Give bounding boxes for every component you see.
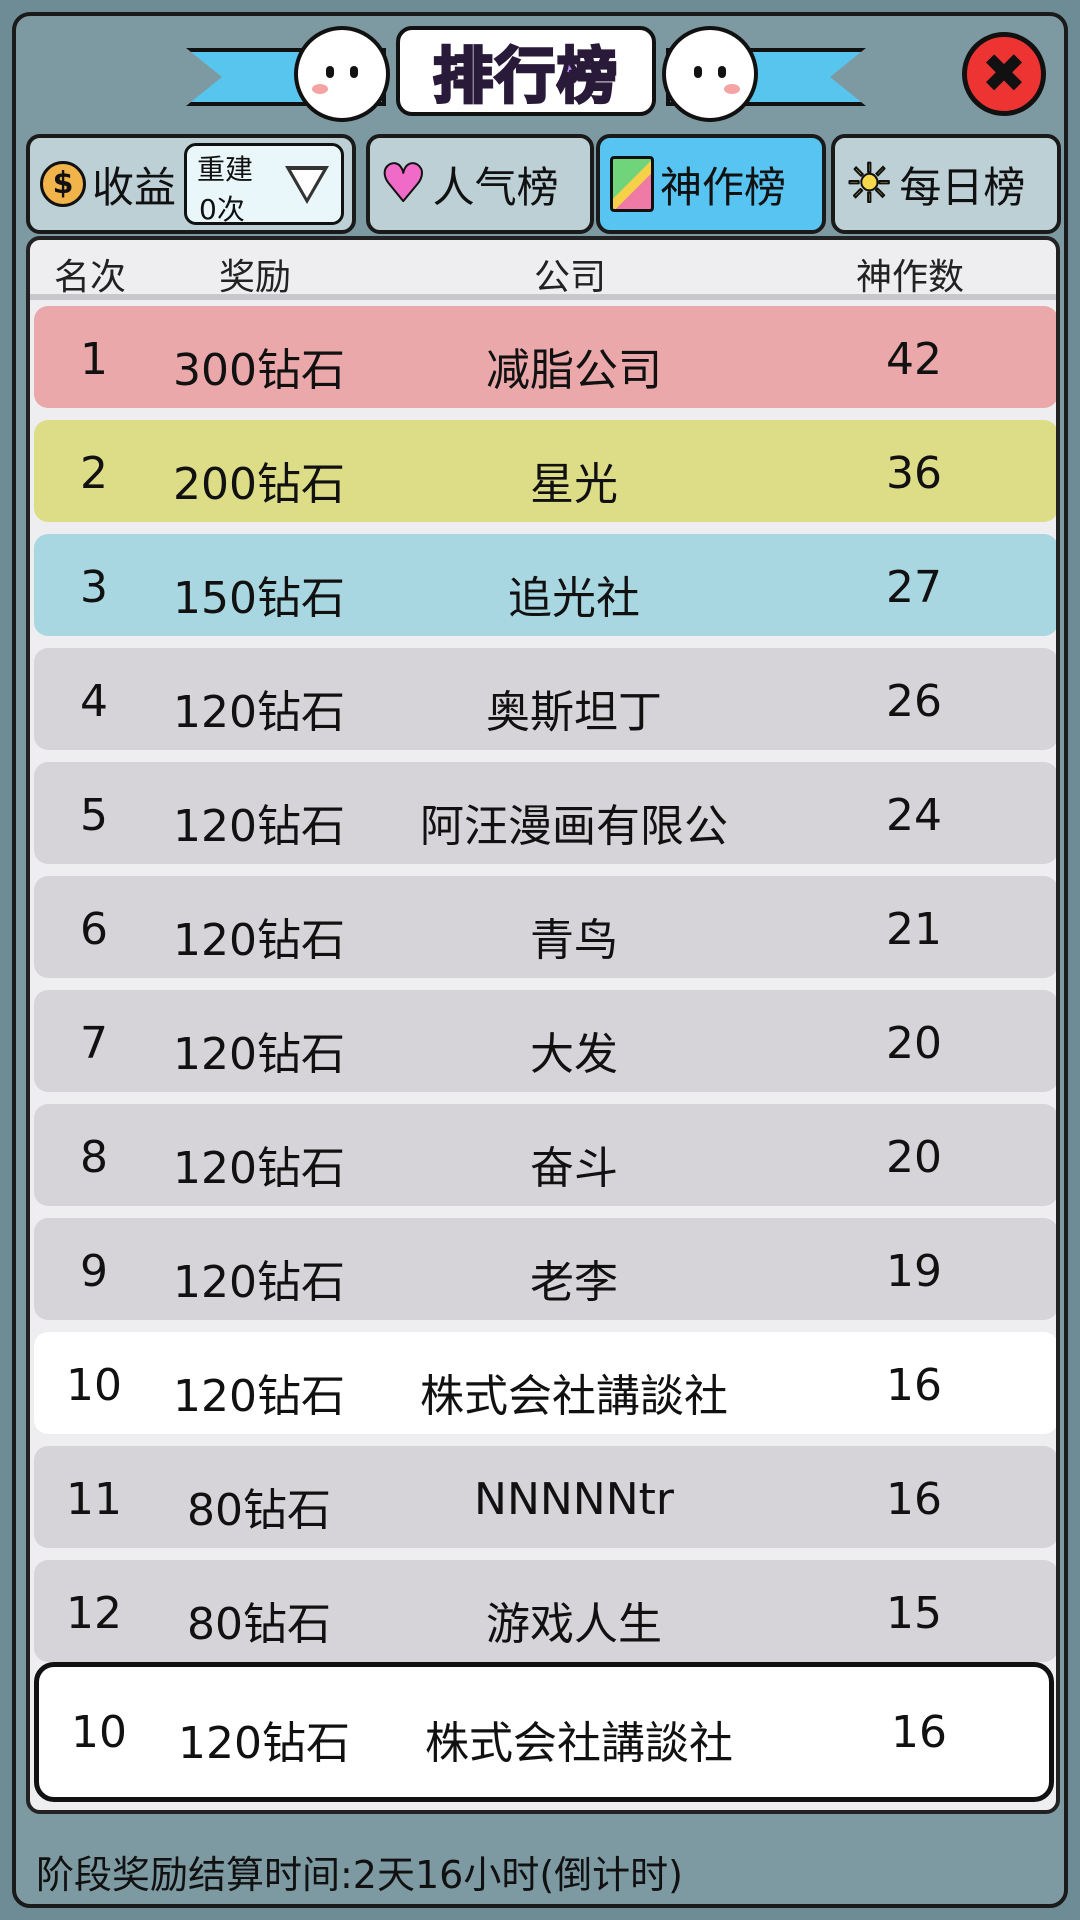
header-count: 神作数 (855, 257, 964, 298)
row-company: 青鸟 (530, 915, 618, 966)
row-company: 老李 (530, 1257, 618, 1308)
row-company: NNNNNtr (474, 1474, 674, 1525)
list-item: 9 120钻石 老李 19 (34, 1218, 1056, 1320)
rebuild-count: 0次 (199, 193, 245, 226)
rebuild-label: 重建 (197, 153, 254, 186)
leaderboard-list[interactable]: 名次 奖励 公司 神作数 1 300钻石 减脂公司 42 2 200钻石 星光 … (26, 236, 1060, 1814)
row-reward: 120钻石 (173, 915, 345, 966)
row-rank: 7 (80, 1018, 108, 1069)
tab-popular-label: 人气榜 (432, 162, 559, 212)
row-reward: 150钻石 (173, 573, 345, 624)
page-title: 排行榜 (432, 40, 619, 113)
tab-daily[interactable]: ☀ 每日榜 (831, 134, 1061, 234)
close-icon: ✖ (981, 42, 1027, 105)
settlement-countdown: 阶段奖励结算时间:2天16小时(倒计时) (36, 1853, 683, 1897)
row-rank: 4 (80, 676, 108, 727)
close-button[interactable]: ✖ (962, 32, 1046, 116)
row-reward: 120钻石 (173, 687, 345, 738)
row-company: 株式会社講談社 (420, 1371, 728, 1422)
header-company: 公司 (533, 257, 606, 298)
row-count: 15 (886, 1588, 942, 1639)
header-rank: 名次 (53, 257, 126, 298)
my-reward: 120钻石 (178, 1718, 350, 1769)
list-item: 11 80钻石 NNNNNtr 16 (34, 1446, 1056, 1548)
row-company: 大发 (530, 1029, 618, 1080)
row-reward: 300钻石 (173, 345, 345, 396)
list-item: 8 120钻石 奋斗 20 (34, 1104, 1056, 1206)
tab-masterpiece[interactable]: 神作榜 (596, 134, 826, 234)
tab-revenue-label: 收益 (92, 162, 177, 212)
title-banner: 排行榜 (186, 20, 866, 130)
row-rank: 9 (80, 1246, 108, 1297)
row-reward: 80钻石 (187, 1485, 331, 1536)
row-company: 奥斯坦丁 (486, 687, 662, 738)
row-company: 阿汪漫画有限公 (420, 801, 728, 852)
my-count: 16 (891, 1707, 947, 1758)
row-count: 16 (886, 1474, 942, 1525)
list-item: 3 150钻石 追光社 27 (34, 534, 1056, 636)
row-count: 21 (886, 904, 942, 955)
row-rank: 8 (80, 1132, 108, 1183)
sun-icon: ☀ (844, 152, 894, 215)
list-item: 10 120钻石 株式会社講談社 16 (34, 1332, 1056, 1434)
row-company: 奋斗 (530, 1143, 618, 1194)
my-rank: 10 (71, 1707, 127, 1758)
row-count: 27 (886, 562, 942, 613)
list-item: 1 300钻石 减脂公司 42 (34, 306, 1056, 408)
row-reward: 80钻石 (187, 1599, 331, 1650)
row-reward: 120钻石 (173, 1371, 345, 1422)
dropdown-triangle-icon (285, 166, 330, 204)
row-company: 追光社 (508, 573, 640, 624)
leaderboard-panel: 排行榜 ✖ $ 收益 重建 0次 ♥ 人气榜 神作榜 ☀ 每日榜 名次 奖励 公… (12, 12, 1068, 1908)
row-count: 42 (886, 334, 942, 385)
row-company: 游戏人生 (486, 1599, 662, 1650)
row-reward: 120钻石 (173, 1029, 345, 1080)
row-rank: 10 (66, 1360, 122, 1411)
row-count: 16 (886, 1360, 942, 1411)
row-reward: 120钻石 (173, 1143, 345, 1194)
list-item: 5 120钻石 阿汪漫画有限公 24 (34, 762, 1056, 864)
list-item: 7 120钻石 大发 20 (34, 990, 1056, 1092)
mascot-left-icon (294, 26, 390, 122)
my-rank-row: 10 120钻石 株式会社講談社 16 (34, 1662, 1054, 1802)
row-company: 减脂公司 (486, 345, 662, 396)
list-item: 4 120钻石 奥斯坦丁 26 (34, 648, 1056, 750)
row-rank: 11 (66, 1474, 122, 1525)
tab-revenue[interactable]: $ 收益 重建 0次 (26, 134, 356, 234)
row-rank: 12 (66, 1588, 122, 1639)
mascot-right-icon (662, 26, 758, 122)
row-rank: 2 (80, 448, 108, 499)
tab-daily-label: 每日榜 (899, 162, 1026, 212)
header-reward: 奖励 (218, 257, 291, 298)
row-rank: 1 (80, 334, 108, 385)
row-count: 19 (886, 1246, 942, 1297)
row-count: 20 (886, 1132, 942, 1183)
my-company: 株式会社講談社 (425, 1718, 733, 1769)
title-box: 排行榜 (396, 26, 656, 116)
row-count: 20 (886, 1018, 942, 1069)
row-count: 26 (886, 676, 942, 727)
row-count: 36 (886, 448, 942, 499)
row-reward: 120钻石 (173, 1257, 345, 1308)
coin-icon: $ (40, 161, 86, 207)
row-rank: 3 (80, 562, 108, 613)
row-company: 星光 (530, 459, 618, 510)
list-item: 6 120钻石 青鸟 21 (34, 876, 1056, 978)
heart-icon: ♥ (379, 154, 428, 214)
row-count: 24 (886, 790, 942, 841)
list-header: 名次 奖励 公司 神作数 (30, 240, 1056, 300)
row-reward: 120钻石 (173, 801, 345, 852)
tab-masterpiece-label: 神作榜 (660, 162, 787, 212)
row-rank: 5 (80, 790, 108, 841)
list-item: 2 200钻石 星光 36 (34, 420, 1056, 522)
tab-popular[interactable]: ♥ 人气榜 (366, 134, 594, 234)
book-icon (610, 156, 654, 212)
row-reward: 200钻石 (173, 459, 345, 510)
row-rank: 6 (80, 904, 108, 955)
rebuild-dropdown[interactable]: 重建 0次 (184, 143, 345, 226)
list-item: 12 80钻石 游戏人生 15 (34, 1560, 1056, 1662)
